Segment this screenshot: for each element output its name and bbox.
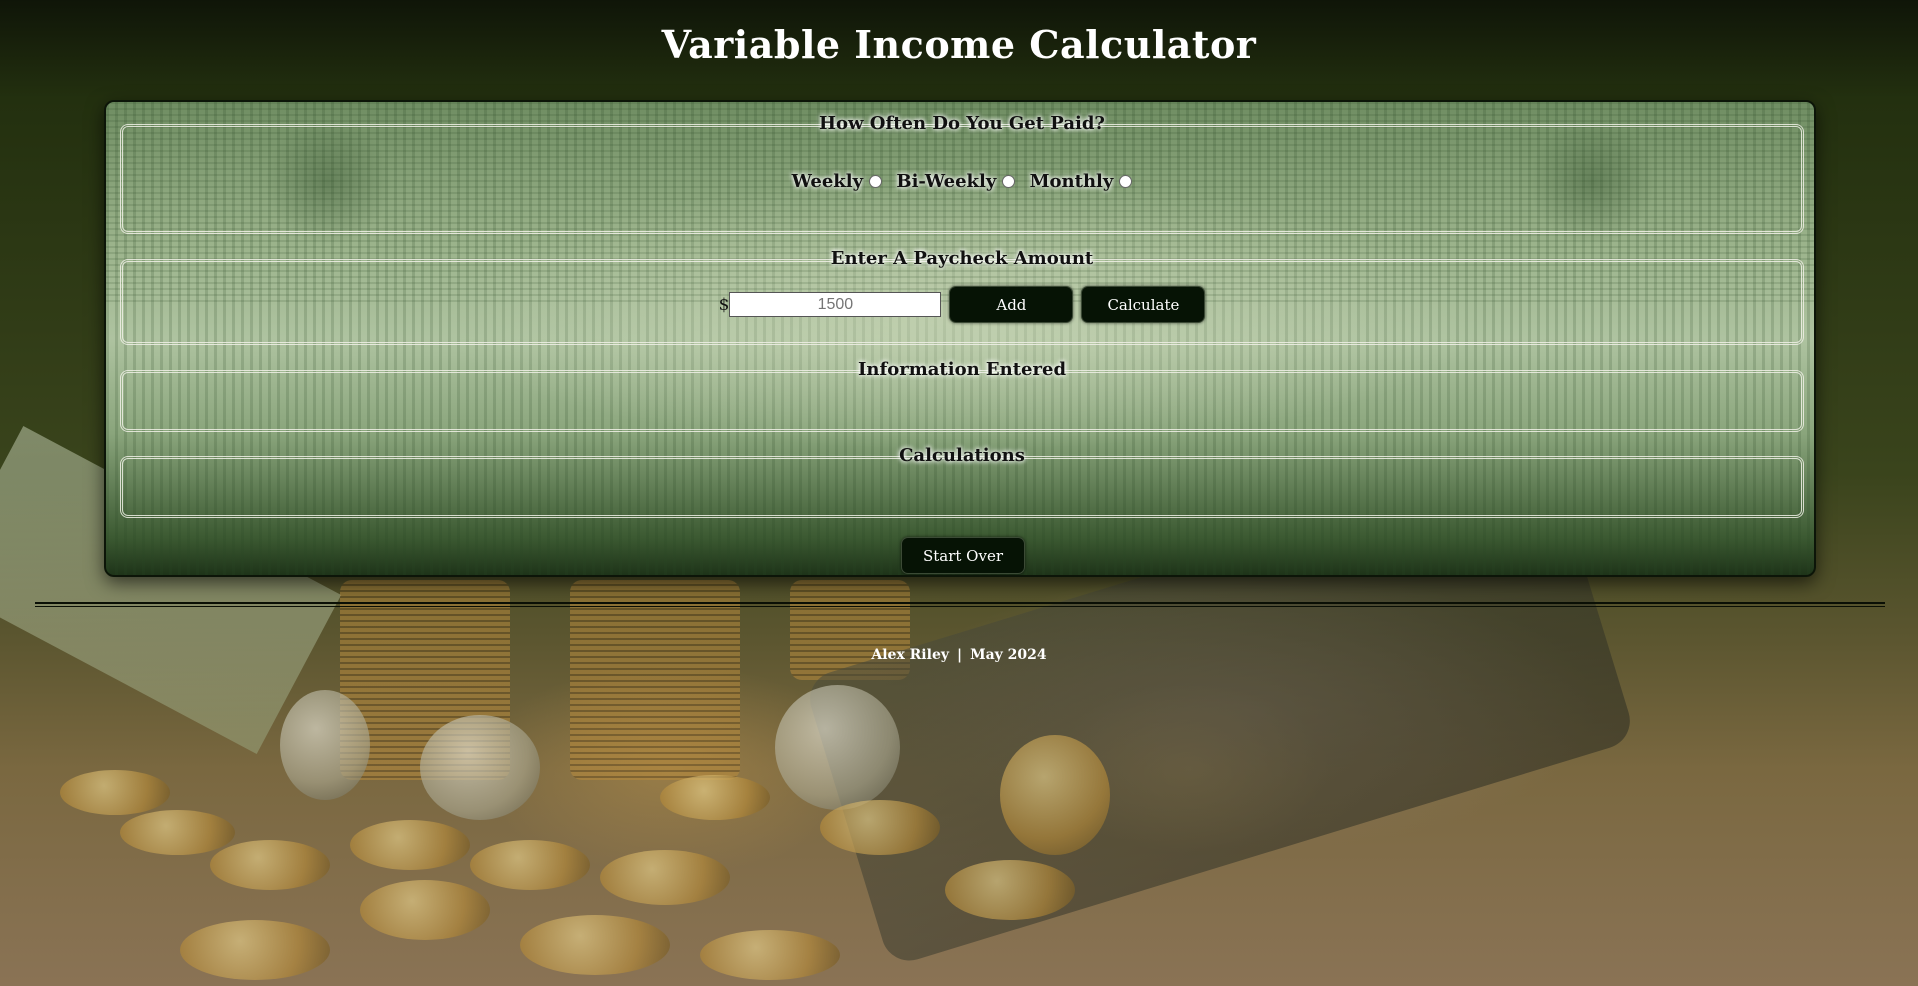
footer-separator: | <box>956 647 963 663</box>
radio-weekly[interactable] <box>869 175 883 188</box>
pay-frequency-options: Weekly Bi-Weekly Monthly <box>123 171 1801 192</box>
information-entered-legend: Information Entered <box>123 359 1801 380</box>
calculations-legend: Calculations <box>123 445 1801 466</box>
calculate-button[interactable]: Calculate <box>1081 286 1206 323</box>
radio-label-monthly: Monthly <box>1029 171 1114 192</box>
add-button[interactable]: Add <box>949 286 1074 323</box>
coin-decoration <box>350 820 470 870</box>
radio-option-weekly[interactable]: Weekly <box>791 171 883 192</box>
currency-symbol: $ <box>718 294 730 315</box>
radio-option-monthly[interactable]: Monthly <box>1030 171 1133 192</box>
footer-divider <box>35 602 1885 607</box>
coin-decoration <box>700 930 840 980</box>
coin-decoration <box>360 880 490 940</box>
footer-author: Alex Riley <box>871 647 949 663</box>
coin-decoration <box>420 715 540 820</box>
radio-label-bi-weekly: Bi-Weekly <box>896 171 997 192</box>
paycheck-legend-text: Enter A Paycheck Amount <box>830 248 1094 269</box>
coin-decoration <box>775 685 900 810</box>
coin-stack-decoration <box>570 580 740 780</box>
paycheck-entry-row: $ AddCalculate <box>123 286 1801 323</box>
paycheck-amount-input[interactable] <box>729 292 942 317</box>
calculations-legend-text: Calculations <box>899 445 1025 466</box>
page-title: Variable Income Calculator <box>661 22 1257 67</box>
coin-decoration <box>520 915 670 975</box>
coin-decoration <box>120 810 235 855</box>
coin-decoration <box>660 775 770 820</box>
calculations-section: Calculations <box>120 445 1804 518</box>
start-over-button[interactable]: Start Over <box>901 537 1025 574</box>
radio-monthly[interactable] <box>1119 175 1133 188</box>
radio-label-weekly: Weekly <box>791 171 864 192</box>
footer: Alex Riley | May 2024 <box>0 647 1918 663</box>
coin-decoration <box>1000 735 1110 855</box>
coin-decoration <box>210 840 330 890</box>
radio-bi-weekly[interactable] <box>1002 175 1016 188</box>
coin-decoration <box>60 770 170 815</box>
pay-frequency-section: How Often Do You Get Paid? Weekly Bi-Wee… <box>120 113 1804 234</box>
coin-decoration <box>470 840 590 890</box>
footer-date: May 2024 <box>970 647 1047 663</box>
paycheck-legend: Enter A Paycheck Amount <box>123 248 1801 269</box>
information-entered-legend-text: Information Entered <box>857 359 1067 380</box>
coin-decoration <box>820 800 940 855</box>
coin-decoration <box>600 850 730 905</box>
paycheck-section: Enter A Paycheck Amount $ AddCalculate <box>120 248 1804 345</box>
information-entered-section: Information Entered <box>120 359 1804 432</box>
pay-frequency-legend: How Often Do You Get Paid? <box>123 113 1801 134</box>
coin-decoration <box>945 860 1075 920</box>
coin-stack-decoration <box>340 580 510 780</box>
calculator-panel: How Often Do You Get Paid? Weekly Bi-Wee… <box>104 100 1816 577</box>
coin-decoration <box>280 690 370 800</box>
coin-stack-decoration <box>790 580 910 680</box>
radio-option-bi-weekly[interactable]: Bi-Weekly <box>896 171 1016 192</box>
pay-frequency-legend-text: How Often Do You Get Paid? <box>819 113 1105 134</box>
coin-decoration <box>180 920 330 980</box>
